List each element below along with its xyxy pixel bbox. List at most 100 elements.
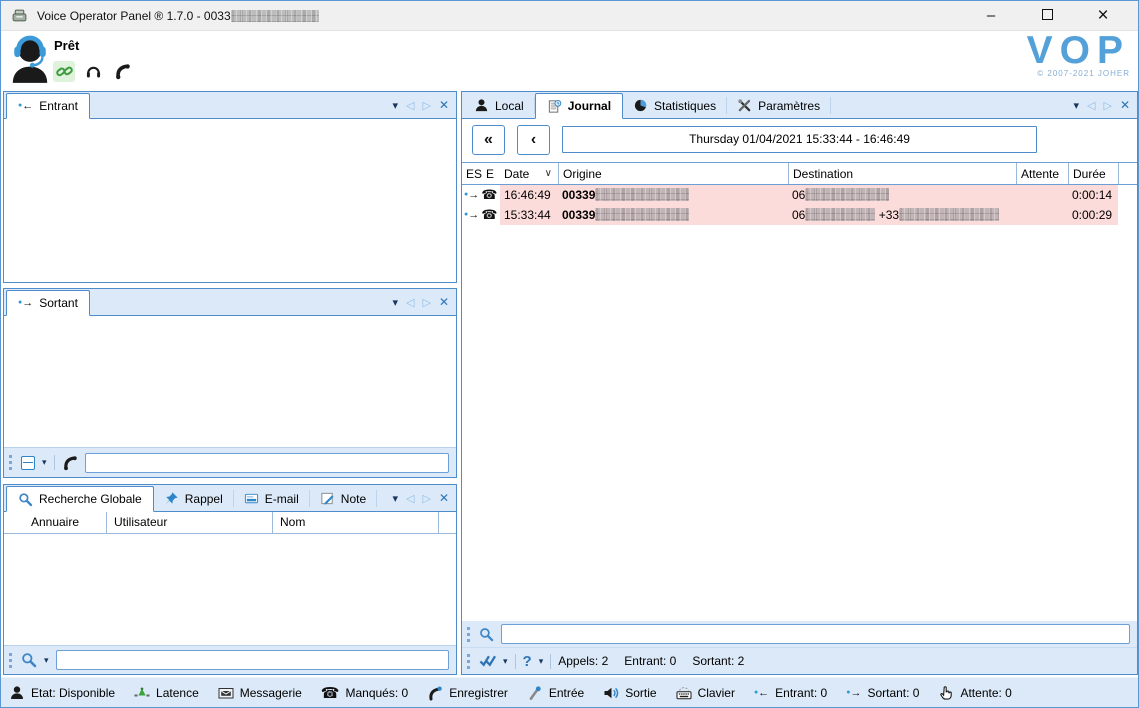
tab-parametres[interactable]: Paramètres bbox=[727, 97, 831, 114]
call-destination: 06 bbox=[788, 185, 1016, 205]
call-origin: 00339 bbox=[558, 205, 788, 225]
outgoing-call-icon: ●→ bbox=[18, 297, 33, 309]
tab-recherche-label: Recherche Globale bbox=[39, 492, 142, 506]
journal-filter-input[interactable] bbox=[501, 624, 1130, 644]
panel-menu-icon[interactable]: ▾ bbox=[392, 99, 398, 112]
search-icon[interactable] bbox=[479, 627, 494, 642]
scroll-left-icon[interactable]: ◁ bbox=[406, 99, 414, 112]
status-sortant[interactable]: ●→ Sortant: 0 bbox=[846, 686, 919, 700]
status-enregistrer[interactable]: Enregistrer bbox=[427, 685, 508, 701]
column-destination[interactable]: Destination bbox=[788, 163, 1016, 184]
status-etat[interactable]: Etat: Disponible bbox=[9, 685, 115, 701]
minimize-button[interactable]: – bbox=[980, 1, 1002, 31]
line-select-dropdown-icon[interactable]: ▾ bbox=[42, 457, 47, 468]
panel-menu-icon[interactable]: ▾ bbox=[392, 296, 398, 309]
column-annuaire[interactable]: Annuaire bbox=[4, 512, 107, 533]
dial-number-input[interactable] bbox=[85, 453, 449, 473]
scroll-left-icon[interactable]: ◁ bbox=[1087, 99, 1095, 112]
journal-row[interactable]: ●→ ☎ 16:46:49 00339 06 0:00:14 bbox=[462, 185, 1137, 205]
sortant-call-list bbox=[4, 316, 456, 447]
status-attente[interactable]: Attente: 0 bbox=[938, 685, 1011, 701]
tools-icon bbox=[737, 98, 752, 113]
tab-email-label: E-mail bbox=[265, 492, 299, 506]
outgoing-call-icon: ●→ bbox=[464, 205, 479, 225]
outgoing-call-icon: ●→ bbox=[846, 687, 861, 699]
panel-close-icon[interactable]: ✕ bbox=[439, 491, 449, 505]
prev-period-all-button[interactable]: « bbox=[472, 125, 505, 155]
period-display[interactable]: Thursday 01/04/2021 15:33:44 - 16:46:49 bbox=[562, 126, 1037, 153]
help-filter-icon[interactable]: ? bbox=[523, 653, 532, 670]
column-origine[interactable]: Origine bbox=[558, 163, 788, 184]
statusbar: Etat: Disponible Latence Messagerie ☎ Ma… bbox=[1, 677, 1138, 708]
tab-recherche-globale[interactable]: Recherche Globale bbox=[6, 486, 154, 512]
titlebar[interactable]: Voice Operator Panel ® 1.7.0 - 0033 – × bbox=[1, 1, 1138, 31]
toolbar-grip[interactable] bbox=[9, 455, 12, 470]
tab-note[interactable]: Note bbox=[310, 490, 377, 507]
toolbar-grip[interactable] bbox=[467, 654, 470, 669]
dial-handset-icon[interactable] bbox=[62, 455, 78, 471]
incoming-call-icon: ●← bbox=[18, 100, 33, 112]
column-utilisateur[interactable]: Utilisateur bbox=[107, 512, 273, 533]
tab-statistiques[interactable]: Statistiques bbox=[623, 97, 727, 114]
connection-link-icon[interactable] bbox=[53, 61, 75, 82]
panel-close-icon[interactable]: ✕ bbox=[439, 295, 449, 309]
toolbar-grip[interactable] bbox=[467, 627, 470, 642]
status-entree[interactable]: Entrée bbox=[527, 685, 584, 701]
journal-stats-toolbar: ▾ ? ▾ Appels: 2 Entrant: 0 Sortant: 2 bbox=[462, 647, 1137, 674]
scroll-right-icon[interactable]: ▷ bbox=[422, 296, 430, 309]
journal-row[interactable]: ●→ ☎ 15:33:44 00339 06 +33 0:00:29 bbox=[462, 205, 1137, 225]
handset-icon[interactable] bbox=[111, 61, 133, 82]
tab-sortant[interactable]: ●→ Sortant bbox=[6, 290, 90, 316]
toolbar-grip[interactable] bbox=[9, 653, 12, 668]
global-search-input[interactable] bbox=[56, 650, 449, 670]
pushpin-icon bbox=[164, 491, 179, 506]
scroll-right-icon[interactable]: ▷ bbox=[422, 99, 430, 112]
scroll-left-icon[interactable]: ◁ bbox=[406, 492, 414, 505]
maximize-button[interactable] bbox=[1036, 1, 1058, 31]
tab-journal[interactable]: Journal bbox=[535, 93, 623, 119]
column-nom[interactable]: Nom bbox=[273, 512, 439, 533]
panel-menu-icon[interactable]: ▾ bbox=[1073, 99, 1079, 112]
status-manques[interactable]: ☎ Manqués: 0 bbox=[321, 684, 408, 702]
tab-entrant[interactable]: ●← Entrant bbox=[6, 93, 90, 119]
directory-column-headers: Annuaire Utilisateur Nom bbox=[4, 512, 456, 534]
help-dropdown-icon[interactable]: ▾ bbox=[539, 656, 544, 667]
call-time: 15:33:44 bbox=[500, 205, 558, 225]
status-entrant[interactable]: ●← Entrant: 0 bbox=[754, 686, 827, 700]
outgoing-call-icon: ●→ bbox=[464, 185, 479, 205]
headset-icon[interactable] bbox=[82, 61, 104, 82]
panel-close-icon[interactable]: ✕ bbox=[439, 98, 449, 112]
desk-phone-icon bbox=[11, 7, 28, 24]
journal-panel: Local Journal Statistiques Paramètres ▾ … bbox=[461, 91, 1138, 675]
status-latence[interactable]: Latence bbox=[134, 685, 199, 701]
double-check-icon[interactable] bbox=[479, 654, 496, 668]
line-select-icon[interactable] bbox=[21, 456, 35, 470]
prev-period-button[interactable]: ‹ bbox=[517, 125, 550, 155]
latency-icon bbox=[134, 685, 150, 701]
status-sortie[interactable]: Sortie bbox=[603, 685, 656, 701]
panel-close-icon[interactable]: ✕ bbox=[1120, 98, 1130, 112]
tab-note-label: Note bbox=[341, 492, 366, 506]
column-attente[interactable]: Attente bbox=[1016, 163, 1068, 184]
tab-rappel[interactable]: Rappel bbox=[154, 490, 234, 507]
search-icon[interactable] bbox=[21, 652, 37, 668]
filter-dropdown-icon[interactable]: ▾ bbox=[503, 656, 508, 667]
search-options-dropdown-icon[interactable]: ▾ bbox=[44, 655, 49, 666]
vop-logo-text: VOP bbox=[1027, 31, 1130, 71]
column-duree[interactable]: Durée bbox=[1068, 163, 1118, 184]
row-extra bbox=[1118, 205, 1137, 225]
column-date[interactable]: Date∨ bbox=[500, 163, 558, 184]
tab-local[interactable]: Local bbox=[464, 97, 535, 114]
call-wait bbox=[1016, 205, 1068, 225]
scroll-left-icon[interactable]: ◁ bbox=[406, 296, 414, 309]
scroll-right-icon[interactable]: ▷ bbox=[422, 492, 430, 505]
column-es-e[interactable]: ESE bbox=[462, 163, 500, 184]
panel-menu-icon[interactable]: ▾ bbox=[392, 492, 398, 505]
scroll-right-icon[interactable]: ▷ bbox=[1103, 99, 1111, 112]
search-panel: Recherche Globale Rappel E-mail Note ▾ ◁… bbox=[3, 484, 457, 675]
tab-email[interactable]: E-mail bbox=[234, 490, 310, 507]
status-messagerie[interactable]: Messagerie bbox=[218, 685, 302, 701]
close-button[interactable]: × bbox=[1092, 1, 1114, 31]
missed-calls-icon: ☎ bbox=[321, 684, 340, 702]
status-clavier[interactable]: Clavier bbox=[676, 685, 735, 701]
